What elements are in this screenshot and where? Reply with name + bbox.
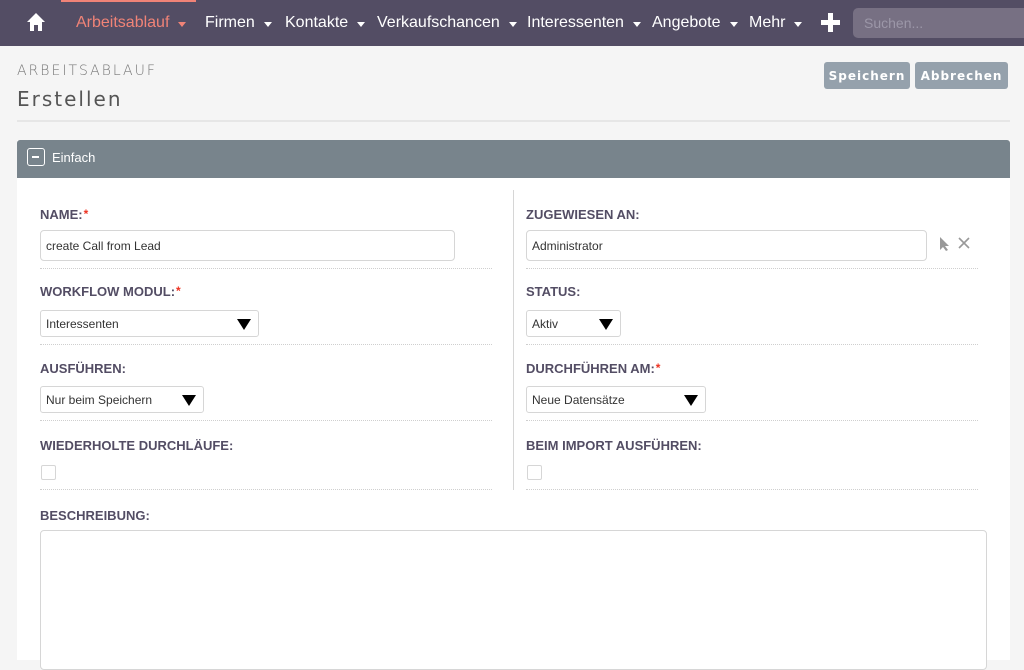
nav-item-label: Kontakte [285,14,349,31]
row-divider [40,344,492,345]
panel-header[interactable]: Einfach [17,140,1010,178]
collapse-icon[interactable] [27,148,45,166]
nav-item-label: Angebote [652,14,721,31]
description-textarea[interactable] [40,530,987,670]
dropdown-arrow-icon [599,319,613,330]
active-tab-indicator [61,0,196,2]
save-button[interactable]: Speichern [824,62,910,89]
row-divider [526,420,978,421]
nav-item-firmen[interactable]: Firmen [205,13,272,33]
caret-down-icon [357,21,366,27]
caret-down-icon [729,21,738,27]
required-marker: * [176,284,181,298]
label-text: WORKFLOW MODUL: [40,284,176,299]
nav-item-angebote[interactable]: Angebote [652,13,738,33]
dropdown-arrow-icon [237,319,251,330]
panel-title: Einfach [52,150,96,165]
module-title: ARBEITSABLAUF [17,63,157,79]
cancel-button[interactable]: Abbrechen [915,62,1008,89]
dropdown-arrow-icon [684,395,698,406]
caret-down-icon [632,21,641,27]
run-on-label: DURCHFÜHREN AM:* [526,361,660,376]
description-label: BESCHREIBUNG: [40,508,150,523]
status-label: STATUS: [526,284,581,299]
caret-down-icon [263,21,272,27]
nav-item-label: Arbeitsablauf [76,14,170,31]
nav-item-kontakte[interactable]: Kontakte [285,13,366,33]
plus-icon[interactable] [820,11,842,33]
caret-down-icon [508,21,517,27]
home-icon[interactable] [26,12,46,32]
row-divider [526,268,978,269]
caret-down-icon [178,21,187,27]
search-input[interactable] [853,8,1024,38]
status-select[interactable]: Aktiv [526,310,621,337]
nav-item-label: Interessenten [527,14,624,31]
workflow-module-select[interactable]: Interessenten [40,310,259,337]
select-cursor-icon[interactable] [938,236,952,252]
nav-item-label: Verkaufschancen [377,14,500,31]
row-divider [526,489,978,490]
clear-x-icon[interactable] [957,236,971,250]
nav-item-interessenten[interactable]: Interessenten [527,13,641,33]
label-text: DURCHFÜHREN AM: [526,361,655,376]
required-marker: * [83,207,89,221]
run-on-import-checkbox[interactable] [527,465,542,480]
name-label: NAME:* [40,207,88,222]
top-nav-bar: Arbeitsablauf Firmen Kontakte Verkaufsch… [0,0,1024,46]
select-value: Aktiv [532,316,559,331]
repeated-runs-checkbox[interactable] [41,465,56,480]
nav-item-label: Firmen [205,14,255,31]
run-select[interactable]: Nur beim Speichern [40,386,204,413]
nav-item-label: Mehr [749,14,786,31]
column-divider [513,190,514,490]
run-label: AUSFÜHREN: [40,361,126,376]
nav-item-verkaufschancen[interactable]: Verkaufschancen [377,13,517,33]
row-divider [526,344,978,345]
run-on-select[interactable]: Neue Datensätze [526,386,706,413]
select-value: Nur beim Speichern [46,392,153,407]
assigned-to-label: ZUGEWIESEN AN: [526,207,640,222]
name-input[interactable] [40,230,455,261]
required-marker: * [655,361,661,375]
dropdown-arrow-icon [182,395,196,406]
row-divider [40,420,492,421]
nav-item-arbeitsablauf[interactable]: Arbeitsablauf [76,13,187,33]
caret-down-icon [794,21,803,27]
edit-panel: Einfach NAME:* ZUGEWIESEN AN: WORKFLOW M… [17,140,1010,670]
run-on-import-label: BEIM IMPORT AUSFÜHREN: [526,438,702,453]
select-value: Interessenten [46,316,119,331]
row-divider [40,489,492,490]
workflow-module-label: WORKFLOW MODUL:* [40,284,181,299]
select-value: Neue Datensätze [532,392,625,407]
label-text: NAME: [40,207,83,222]
page-title: Erstellen [17,87,123,111]
header-divider [17,120,1010,122]
row-divider [40,268,492,269]
assigned-to-input[interactable] [526,230,927,261]
nav-item-mehr[interactable]: Mehr [749,13,803,33]
repeated-runs-label: WIEDERHOLTE DURCHLÄUFE: [40,438,234,453]
